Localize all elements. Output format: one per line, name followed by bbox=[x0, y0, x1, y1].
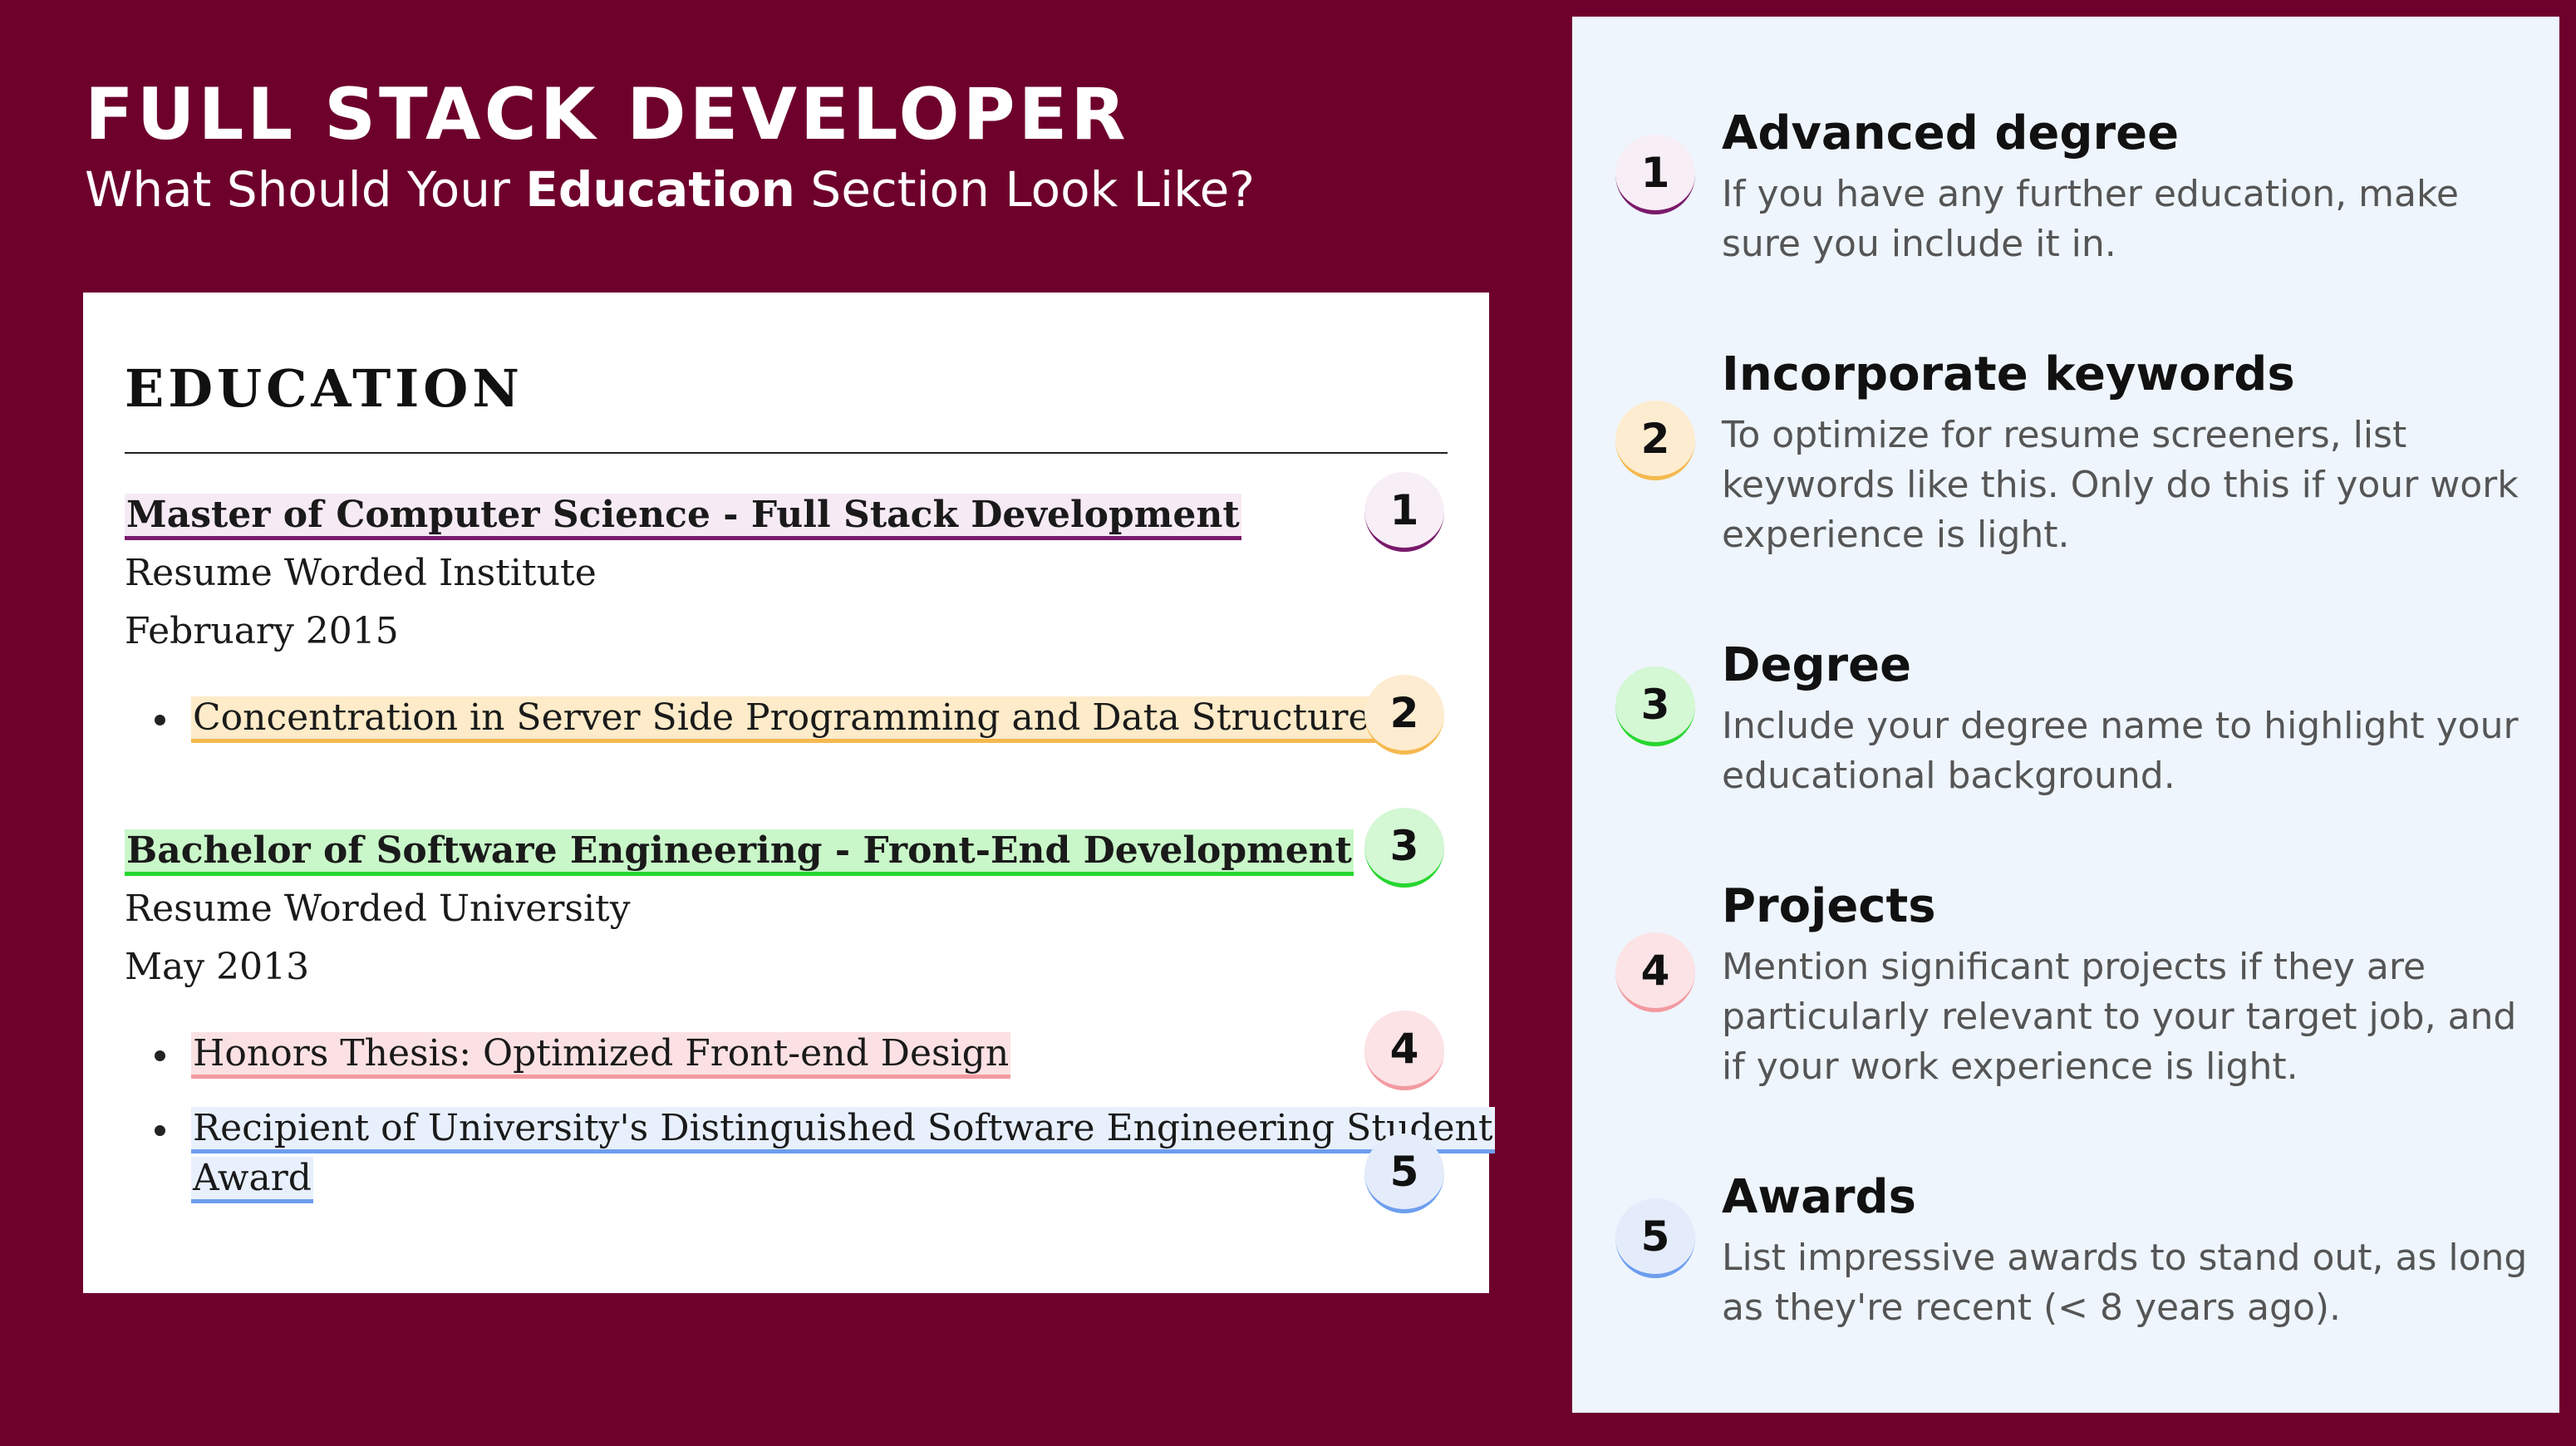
degree-1-title: Master of Computer Science - Full Stack … bbox=[125, 494, 1241, 540]
tip-description: Include your degree name to highlight yo… bbox=[1722, 705, 2519, 797]
degree-2-bullet-2-part-1: Recipient of University's Distinguished … bbox=[191, 1107, 1495, 1153]
tip-number-badge: 1 bbox=[1615, 135, 1695, 214]
bullet-dot bbox=[155, 1050, 165, 1061]
page-title: FULL STACK DEVELOPER bbox=[85, 73, 1129, 156]
section-heading: EDUCATION bbox=[125, 358, 524, 419]
degree-1-date: February 2015 bbox=[125, 610, 399, 652]
degree-2-bullet-1: Honors Thesis: Optimized Front-end Desig… bbox=[191, 1032, 1011, 1079]
callout-badge-5: 5 bbox=[1364, 1134, 1444, 1213]
tip-number-badge: 2 bbox=[1615, 401, 1695, 480]
section-divider bbox=[125, 452, 1448, 454]
subtitle-text-post: Section Look Like? bbox=[794, 161, 1256, 218]
degree-2-date: May 2013 bbox=[125, 946, 310, 988]
tip-description: List impressive awards to stand out, as … bbox=[1722, 1237, 2528, 1329]
tip-title: Degree bbox=[1722, 638, 1912, 692]
subtitle-text-bold: Education bbox=[525, 161, 795, 218]
callout-badge-2: 2 bbox=[1364, 675, 1444, 755]
page-header: FULL STACK DEVELOPER What Should Your Ed… bbox=[85, 73, 1255, 223]
degree-1-bullet-line: Concentration in Server Side Programming… bbox=[191, 693, 1391, 743]
tip-title: Awards bbox=[1722, 1170, 1916, 1224]
bullet-dot bbox=[155, 715, 165, 725]
degree-1-bullet: Concentration in Server Side Programming… bbox=[191, 696, 1391, 743]
degree-2-title-line: Bachelor of Software Engineering - Front… bbox=[125, 826, 1354, 876]
degree-1-school: Resume Worded Institute bbox=[125, 552, 597, 594]
tip-title: Projects bbox=[1722, 879, 1936, 933]
tip-description: If you have any further education, make … bbox=[1722, 173, 2459, 265]
degree-2-bullet-2-line-2: Award bbox=[191, 1153, 313, 1203]
page-subtitle: What Should Your Education Section Look … bbox=[85, 156, 1255, 223]
degree-2-bullet-1-line: Honors Thesis: Optimized Front-end Desig… bbox=[191, 1029, 1011, 1079]
tip-title: Advanced degree bbox=[1722, 106, 2180, 160]
bullet-dot bbox=[155, 1125, 165, 1136]
tip-title: Incorporate keywords bbox=[1722, 347, 2295, 401]
subtitle-text-pre: What Should Your bbox=[85, 161, 526, 218]
callout-badge-1: 1 bbox=[1364, 472, 1444, 552]
resume-education-card: EDUCATION Master of Computer Science - F… bbox=[83, 293, 1495, 1293]
degree-2-title: Bachelor of Software Engineering - Front… bbox=[125, 829, 1354, 876]
degree-2-bullet-2-line-1: Recipient of University's Distinguished … bbox=[191, 1104, 1495, 1153]
tip-number-badge: 3 bbox=[1615, 666, 1695, 746]
tip-number-badge: 5 bbox=[1615, 1198, 1695, 1278]
tip-number-badge: 4 bbox=[1615, 932, 1695, 1012]
callout-badge-3: 3 bbox=[1364, 808, 1444, 888]
tip-description: To optimize for resume screeners, list k… bbox=[1722, 414, 2519, 556]
degree-1-title-line: Master of Computer Science - Full Stack … bbox=[125, 490, 1241, 540]
degree-2-bullet-2-part-2: Award bbox=[191, 1157, 313, 1203]
tip-description: Mention significant projects if they are… bbox=[1722, 946, 2517, 1088]
callout-badge-4: 4 bbox=[1364, 1011, 1444, 1090]
degree-2-school: Resume Worded University bbox=[125, 888, 631, 930]
tips-panel: 1 Advanced degree If you have any furthe… bbox=[1572, 17, 2559, 1413]
